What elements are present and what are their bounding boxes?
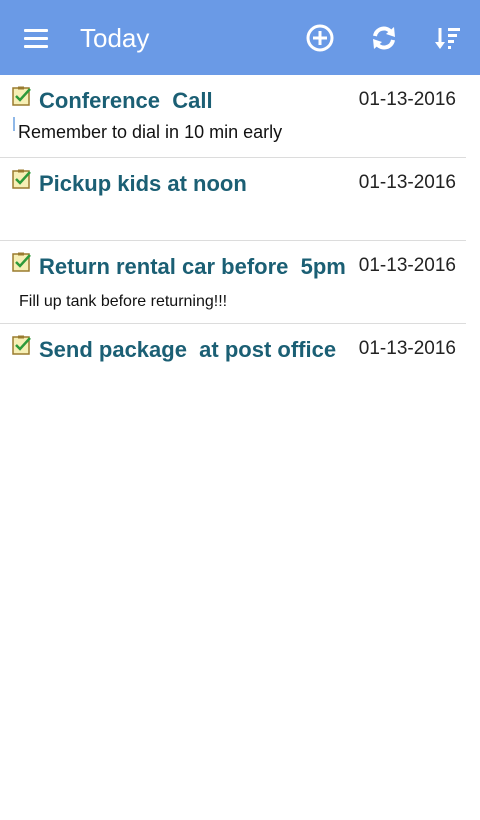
task-date: 01-13-2016 (358, 89, 456, 110)
app-bar: Today (0, 0, 480, 75)
task-title: Pickup kids at noon (39, 171, 247, 196)
task-date: 01-13-2016 (358, 338, 456, 359)
task-checklist-icon (12, 252, 32, 272)
task-title: Send package at post office (39, 337, 337, 362)
task-checklist-icon (12, 169, 32, 189)
sort-icon[interactable] (432, 22, 464, 54)
task-list: Conference Call 01-13-2016 Remember to d… (0, 75, 480, 406)
task-date: 01-13-2016 (358, 255, 456, 276)
refresh-icon[interactable] (368, 22, 400, 54)
task-item[interactable]: Conference Call 01-13-2016 Remember to d… (0, 75, 466, 158)
drag-handle-icon (13, 117, 15, 131)
task-title: Return rental car before 5pm (39, 254, 346, 279)
task-note: Fill up tank before returning!!! (19, 293, 228, 310)
task-note: Remember to dial in 10 min early (18, 122, 283, 142)
task-item[interactable]: Send package at post office 01-13-2016 (0, 324, 466, 406)
task-title: Conference Call (39, 88, 213, 113)
page-title: Today (80, 23, 150, 53)
task-date: 01-13-2016 (358, 172, 456, 193)
menu-icon[interactable] (22, 26, 50, 50)
task-item[interactable]: Pickup kids at noon 01-13-2016 (0, 158, 466, 241)
task-checklist-icon (12, 86, 32, 106)
task-item[interactable]: Return rental car before 5pm 01-13-2016 … (0, 241, 466, 324)
add-circle-icon[interactable] (304, 22, 336, 54)
task-checklist-icon (12, 335, 32, 355)
